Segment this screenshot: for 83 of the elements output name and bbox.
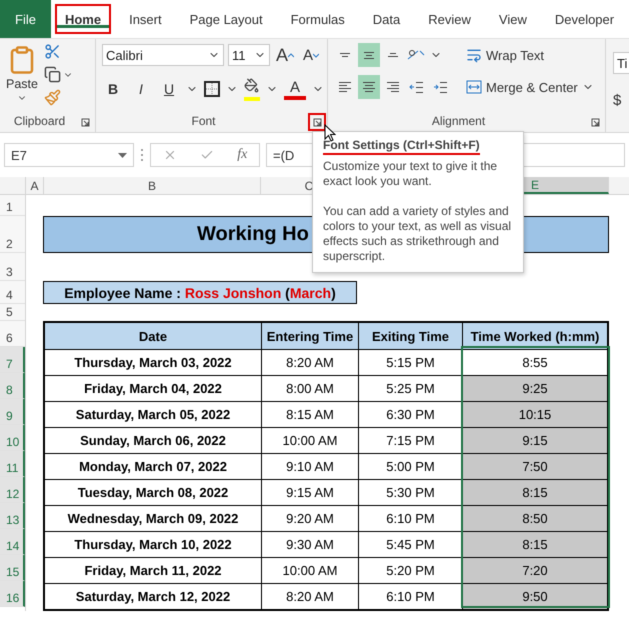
group-label: Alignment (430, 113, 486, 130)
row-header[interactable]: 6 (0, 321, 25, 347)
italic-button[interactable]: I (130, 77, 152, 101)
group-label: Clipboard (12, 113, 66, 130)
align-bottom-icon (385, 53, 401, 57)
table-cell: 9:25 (463, 376, 607, 401)
more-icon (140, 148, 144, 162)
underline-button[interactable]: U (158, 77, 180, 101)
group-label: Font (190, 113, 216, 130)
dialog-launcher-icon[interactable] (310, 115, 324, 129)
row-header[interactable]: 9 (0, 399, 25, 425)
row-header[interactable]: 16 (0, 581, 25, 607)
tooltip-title: Font Settings (Ctrl+Shift+F) (323, 138, 480, 155)
row-header[interactable]: 3 (0, 253, 25, 281)
caret-icon (288, 52, 294, 58)
column-header[interactable]: B (44, 177, 261, 194)
merge-center-button[interactable]: Merge & Center (466, 75, 594, 99)
ribbon-tab[interactable]: Developer (544, 4, 624, 34)
wrap-text-button[interactable]: Wrap Text (466, 43, 544, 67)
align-outdent-icon (409, 82, 425, 92)
insert-function-button[interactable]: fx (237, 147, 248, 163)
wrap-text-icon (466, 47, 482, 63)
table-cell: 7:50 (463, 454, 607, 479)
table-cell: 9:15 (463, 428, 607, 453)
row-header[interactable]: 8 (0, 373, 25, 399)
table-cell: 8:15 (463, 480, 607, 505)
font-size-field[interactable]: 11 (228, 44, 270, 66)
column-heading: Date (45, 323, 262, 349)
tooltip-text: You can add a variety of styles and colors to your text, as well as visual effects such as strikethrough and superscript. (323, 204, 512, 264)
align-button[interactable] (358, 75, 380, 99)
align-center-icon (361, 82, 377, 92)
caret-icon (313, 52, 319, 58)
sheet-title: Working Ho (197, 223, 309, 246)
ribbon-tab[interactable]: Formulas (280, 4, 355, 34)
column-heading: Entering Time (262, 323, 359, 349)
scissors-icon[interactable] (44, 43, 61, 60)
row-header[interactable]: 11 (0, 451, 25, 477)
ribbon-tab[interactable]: File (0, 0, 51, 38)
number-format-field[interactable]: Ti (613, 52, 629, 74)
employee-name-label: Employee Name : Ross Jonshon (March) (64, 284, 336, 300)
row-header[interactable]: 13 (0, 503, 25, 529)
align-button[interactable] (358, 43, 380, 67)
paste-button[interactable]: Paste (6, 43, 38, 112)
table-cell: 9:50 (463, 584, 607, 609)
row-header[interactable]: 10 (0, 425, 25, 451)
merge-icon (466, 80, 482, 94)
copy-icon[interactable] (44, 66, 61, 83)
currency-button[interactable]: $ (613, 88, 622, 112)
table-cell: 10:15 (463, 402, 607, 427)
row-header[interactable]: 12 (0, 477, 25, 503)
row-header[interactable]: 4 (0, 281, 25, 304)
table-cell: 7:20 (463, 558, 607, 583)
align-left-icon (337, 82, 353, 92)
borders-icon[interactable] (204, 81, 220, 97)
align-indent-icon (433, 82, 449, 92)
grow-font-button[interactable]: A (274, 43, 296, 67)
align-middle-icon (361, 52, 377, 58)
ribbon-tab[interactable]: View (488, 4, 537, 34)
table-cell: 8:15 (463, 532, 607, 557)
font-name-field[interactable]: Calibri (102, 44, 224, 66)
ribbon-tab[interactable]: Review (418, 4, 481, 34)
ribbon-tab[interactable]: Data (362, 4, 410, 34)
font-color-button[interactable]: A (284, 78, 306, 100)
align-right-icon (385, 82, 401, 92)
row-header[interactable]: 14 (0, 529, 25, 555)
align-top-icon (337, 53, 353, 57)
table-cell: 8:50 (463, 506, 607, 531)
bold-button[interactable]: B (102, 77, 124, 101)
ribbon-tab[interactable]: Insert (119, 4, 172, 34)
row-header[interactable]: 15 (0, 555, 25, 581)
row-header[interactable]: 5 (0, 304, 25, 321)
highlight-bar (244, 96, 260, 100)
column-heading: Time Worked (h:mm) (463, 323, 607, 349)
row-header[interactable]: 1 (0, 195, 25, 216)
ribbon-tab[interactable]: Home (54, 4, 112, 34)
column-heading: Exiting Time (359, 323, 463, 349)
row-header[interactable]: 7 (0, 347, 25, 373)
name-box[interactable]: E7 (4, 143, 134, 167)
fill-color-icon[interactable] (244, 78, 259, 92)
row-header[interactable]: 2 (0, 216, 25, 253)
shrink-font-button[interactable]: A (300, 43, 322, 67)
ribbon-tab[interactable]: Page Layout (180, 4, 273, 34)
column-header[interactable]: A (26, 177, 44, 194)
